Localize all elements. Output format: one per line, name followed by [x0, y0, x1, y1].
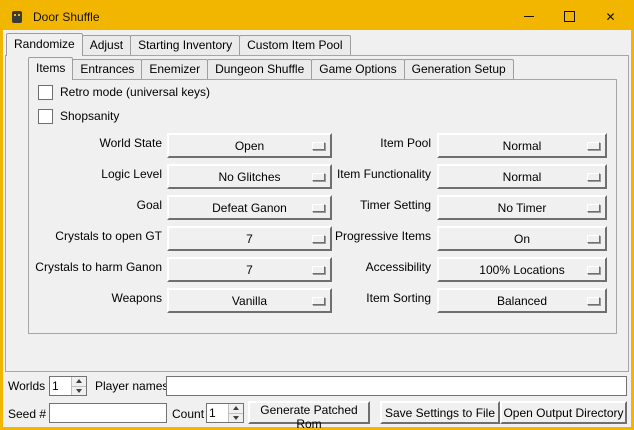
logic-level-value: No Glitches	[218, 170, 280, 184]
subtab-entrances[interactable]: Entrances	[72, 59, 142, 79]
world-state-label: World State	[28, 133, 162, 154]
world-state-value: Open	[235, 139, 264, 153]
count-spinner-up-button[interactable]	[228, 404, 243, 413]
player-names-input[interactable]	[166, 376, 627, 396]
save-settings-button[interactable]: Save Settings to File	[380, 401, 500, 424]
accessibility-label: Accessibility	[301, 257, 431, 278]
maximize-icon	[564, 11, 575, 22]
retro-mode-label: Retro mode (universal keys)	[60, 85, 210, 99]
tab-custom-item-pool[interactable]: Custom Item Pool	[239, 35, 350, 55]
crystals-harm-ganon-label: Crystals to harm Ganon	[28, 257, 162, 278]
subtab-dungeon-shuffle[interactable]: Dungeon Shuffle	[207, 59, 312, 79]
dropdown-indicator-icon	[587, 204, 600, 212]
spinner-up-icon	[76, 379, 82, 383]
worlds-spinner-arrows	[71, 377, 86, 395]
worlds-label: Worlds	[8, 379, 45, 393]
dropdown-indicator-icon	[587, 297, 600, 305]
timer-setting-dropdown[interactable]: No Timer	[437, 195, 607, 220]
item-functionality-label: Item Functionality	[301, 164, 431, 185]
item-sorting-value: Balanced	[497, 294, 547, 308]
count-spinner	[206, 403, 244, 423]
subtab-game-options[interactable]: Game Options	[311, 59, 404, 79]
accessibility-dropdown[interactable]: 100% Locations	[437, 257, 607, 282]
minimize-icon	[524, 16, 534, 17]
timer-setting-value: No Timer	[498, 201, 547, 215]
progressive-items-value: On	[514, 232, 530, 246]
goal-value: Defeat Ganon	[212, 201, 287, 215]
crystals-harm-ganon-value: 7	[246, 263, 253, 277]
spinner-up-icon	[233, 406, 239, 410]
item-functionality-value: Normal	[503, 170, 542, 184]
subtab-enemizer[interactable]: Enemizer	[141, 59, 208, 79]
progressive-items-label: Progressive Items	[301, 226, 431, 247]
shopsanity-checkbox[interactable]	[38, 109, 53, 124]
generate-patched-rom-button[interactable]: Generate Patched Rom	[248, 401, 370, 424]
count-spinner-down-button[interactable]	[228, 413, 243, 423]
tab-starting-inventory[interactable]: Starting Inventory	[130, 35, 240, 55]
crystals-open-gt-value: 7	[246, 232, 253, 246]
window-content: Randomize Adjust Starting Inventory Cust…	[3, 30, 631, 427]
tab-adjust[interactable]: Adjust	[82, 35, 131, 55]
weapons-value: Vanilla	[232, 294, 267, 308]
items-tab-bar: Items Entrances Enemizer Dungeon Shuffle…	[28, 58, 513, 80]
count-spinner-arrows	[228, 404, 243, 422]
dropdown-indicator-icon	[587, 173, 600, 181]
worlds-input[interactable]	[50, 377, 71, 395]
app-icon[interactable]	[9, 9, 25, 25]
tab-randomize[interactable]: Randomize	[6, 33, 83, 56]
seed-input[interactable]	[49, 403, 167, 423]
window-title: Door Shuffle	[33, 10, 100, 24]
worlds-spinner-down-button[interactable]	[71, 386, 86, 396]
count-input[interactable]	[207, 404, 228, 422]
worlds-spinner	[49, 376, 87, 396]
open-output-directory-button[interactable]: Open Output Directory	[500, 401, 627, 424]
subtab-generation-setup[interactable]: Generation Setup	[404, 59, 514, 79]
crystals-open-gt-label: Crystals to open GT	[28, 226, 162, 247]
window-controls: ✕	[508, 3, 631, 30]
spinner-down-icon	[233, 416, 239, 420]
minimize-button[interactable]	[508, 3, 549, 30]
dropdown-indicator-icon	[587, 235, 600, 243]
weapons-label: Weapons	[28, 288, 162, 309]
accessibility-value: 100% Locations	[479, 263, 564, 277]
titlebar[interactable]: Door Shuffle ✕	[3, 3, 631, 30]
retro-mode-checkbox[interactable]	[38, 85, 53, 100]
item-functionality-dropdown[interactable]: Normal	[437, 164, 607, 189]
count-label: Count	[172, 407, 204, 421]
goal-label: Goal	[28, 195, 162, 216]
window: Door Shuffle ✕ Randomize Adjust Starting…	[0, 0, 634, 430]
close-button[interactable]: ✕	[590, 3, 631, 30]
shopsanity-label: Shopsanity	[60, 109, 119, 123]
subtab-items[interactable]: Items	[28, 57, 73, 80]
main-tab-bar: Randomize Adjust Starting Inventory Cust…	[6, 34, 350, 56]
player-names-label: Player names	[95, 379, 168, 393]
logic-level-label: Logic Level	[28, 164, 162, 185]
worlds-spinner-up-button[interactable]	[71, 377, 86, 386]
maximize-button[interactable]	[549, 3, 590, 30]
item-pool-value: Normal	[503, 139, 542, 153]
timer-setting-label: Timer Setting	[301, 195, 431, 216]
item-sorting-label: Item Sorting	[301, 288, 431, 309]
item-sorting-dropdown[interactable]: Balanced	[437, 288, 607, 313]
seed-label: Seed #	[8, 407, 46, 421]
spinner-down-icon	[76, 389, 82, 393]
progressive-items-dropdown[interactable]: On	[437, 226, 607, 251]
item-pool-label: Item Pool	[301, 133, 431, 154]
dropdown-indicator-icon	[587, 142, 600, 150]
close-icon: ✕	[605, 11, 615, 23]
item-pool-dropdown[interactable]: Normal	[437, 133, 607, 158]
dropdown-indicator-icon	[587, 266, 600, 274]
